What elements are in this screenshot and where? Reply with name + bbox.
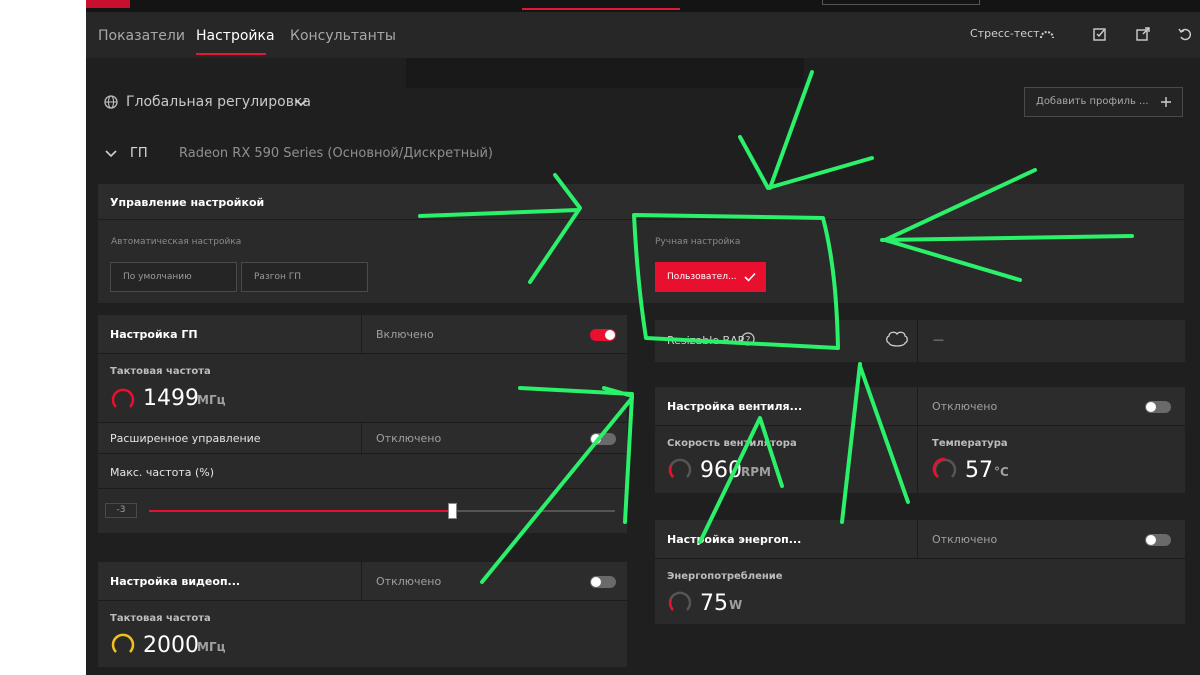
manual-tuning-label: Ручная настройка xyxy=(655,237,741,247)
vram-clock-unit: МГц xyxy=(197,640,226,654)
header-divider xyxy=(361,562,362,601)
vram-tuning-header: Настройка видеоп... Отключено xyxy=(98,562,627,601)
vram-tuning-card: Настройка видеоп... Отключено Тактовая ч… xyxy=(98,562,627,667)
advanced-control-row: Расширенное управление Отключено xyxy=(98,422,627,455)
row-divider xyxy=(361,423,362,455)
fan-tuning-toggle[interactable] xyxy=(1145,401,1171,413)
gpu-tuning-state: Включено xyxy=(376,328,434,341)
tuning-control-title: Управление настройкой xyxy=(110,196,265,209)
tuning-control-header: Управление настройкой xyxy=(98,184,1184,220)
tuning-control-card: Управление настройкой Автоматическая нас… xyxy=(98,184,1184,303)
resizable-bar-label: Resizable BAR xyxy=(667,334,746,347)
header-divider xyxy=(361,315,362,354)
power-tuning-state: Отключено xyxy=(932,533,998,546)
gpu-tuning-title: Настройка ГП xyxy=(110,328,198,341)
max-freq-slider-handle[interactable] xyxy=(447,503,457,519)
gpu-overclock-button[interactable]: Разгон ГП xyxy=(241,262,368,292)
add-profile-label: Добавить профиль ... xyxy=(1036,96,1149,107)
chevron-down-icon[interactable] xyxy=(103,146,119,162)
svg-text:?: ? xyxy=(746,336,751,346)
advanced-control-label: Расширенное управление xyxy=(110,432,261,445)
tuning-content: Глобальная регулировка Добавить профиль … xyxy=(86,58,1200,675)
active-tab-underline xyxy=(196,53,266,55)
logo-block xyxy=(86,0,130,8)
checkmark-icon xyxy=(744,272,756,282)
power-consumption-value: 75 xyxy=(700,591,728,616)
top-navigation: Показатели Настройка Консультанты Стресс… xyxy=(86,12,1200,58)
power-consumption-unit: W xyxy=(729,598,743,612)
gpu-tuning-header: Настройка ГП Включено xyxy=(98,315,627,354)
gpu-name: Radeon RX 590 Series (Основной/Дискретны… xyxy=(179,146,493,161)
max-freq-input[interactable]: -3 xyxy=(105,503,137,518)
gpu-clock-value: 1499 xyxy=(143,386,199,411)
tab-tuning[interactable]: Настройка xyxy=(196,28,275,44)
top-search-box[interactable] xyxy=(822,0,980,5)
fan-gauge-icon xyxy=(668,458,692,478)
custom-tuning-button[interactable]: Пользовател... xyxy=(655,262,766,292)
power-gauge-icon xyxy=(668,591,692,611)
max-freq-slider-fill xyxy=(149,510,452,512)
gauge-icon[interactable] xyxy=(1039,26,1055,42)
tab-metrics[interactable]: Показатели xyxy=(98,28,185,44)
auto-tuning-label: Автоматическая настройка xyxy=(111,237,242,247)
custom-tuning-label: Пользовател... xyxy=(667,272,737,282)
resizable-bar-row: Resizable BAR ? — xyxy=(655,320,1185,362)
reset-icon[interactable] xyxy=(1177,26,1193,42)
advanced-control-toggle[interactable] xyxy=(590,433,616,445)
stress-test-label[interactable]: Стресс-тест xyxy=(970,27,1040,40)
gpu-clock-unit: МГц xyxy=(197,393,226,407)
vram-clock-value: 2000 xyxy=(143,633,199,658)
fan-tuning-card: Настройка вентиля... Отключено Скорость … xyxy=(655,387,1185,493)
power-tuning-header: Настройка энергоп... Отключено xyxy=(655,520,1185,559)
gpu-tuning-toggle[interactable] xyxy=(590,329,616,341)
temperature-gauge-icon xyxy=(932,457,957,479)
vram-tuning-state: Отключено xyxy=(376,575,442,588)
gpu-tuning-card: Настройка ГП Включено Тактовая частота 1… xyxy=(98,315,627,533)
metrics-divider xyxy=(917,426,918,493)
app-window: Показатели Настройка Консультанты Стресс… xyxy=(86,0,1200,675)
chevron-down-icon[interactable] xyxy=(293,95,309,111)
power-tuning-toggle[interactable] xyxy=(1145,534,1171,546)
fan-tuning-header: Настройка вентиля... Отключено xyxy=(655,387,1185,426)
brain-icon xyxy=(886,331,908,347)
fan-speed-label: Скорость вентилятора xyxy=(667,438,797,449)
temperature-unit: °C xyxy=(994,465,1009,479)
top-active-indicator xyxy=(522,8,680,10)
power-tuning-card: Настройка энергоп... Отключено Энергопот… xyxy=(655,520,1185,624)
row-divider xyxy=(917,320,918,362)
fan-speed-value: 960 xyxy=(700,458,742,483)
header-divider xyxy=(917,520,918,559)
tab-advisors[interactable]: Консультанты xyxy=(290,28,396,44)
plus-icon xyxy=(1161,97,1171,107)
fan-tuning-state: Отключено xyxy=(932,400,998,413)
fan-tuning-title: Настройка вентиля... xyxy=(667,400,803,413)
help-icon[interactable]: ? xyxy=(741,332,755,346)
max-freq-slider-track[interactable] xyxy=(149,503,615,519)
vram-tuning-toggle[interactable] xyxy=(590,576,616,588)
max-freq-label: Макс. частота (%) xyxy=(110,466,215,479)
globe-icon xyxy=(104,95,118,109)
power-tuning-title: Настройка энергоп... xyxy=(667,533,802,546)
fan-speed-unit: RPM xyxy=(741,465,771,479)
vram-tuning-title: Настройка видеоп... xyxy=(110,575,241,588)
vram-gauge-icon xyxy=(111,633,135,653)
power-consumption-label: Энергопотребление xyxy=(667,571,783,582)
add-profile-button[interactable]: Добавить профиль ... xyxy=(1024,87,1183,117)
vram-clock-label: Тактовая частота xyxy=(110,613,211,624)
gpu-clock-label: Тактовая частота xyxy=(110,366,211,377)
clock-gauge-icon xyxy=(111,388,135,408)
temperature-label: Температура xyxy=(932,438,1008,449)
slider-divider xyxy=(98,488,627,489)
checklist-icon[interactable] xyxy=(1092,26,1108,42)
background-shadow xyxy=(406,58,804,88)
global-tuning-label[interactable]: Глобальная регулировка xyxy=(126,94,311,110)
header-divider xyxy=(917,387,918,426)
export-icon[interactable] xyxy=(1135,26,1151,42)
gpu-section-label: ГП xyxy=(130,146,148,161)
resizable-bar-value: — xyxy=(933,333,944,346)
temperature-value: 57 xyxy=(965,458,993,483)
default-button[interactable]: По умолчанию xyxy=(110,262,237,292)
top-strip xyxy=(86,0,1200,12)
advanced-control-state: Отключено xyxy=(376,432,442,445)
